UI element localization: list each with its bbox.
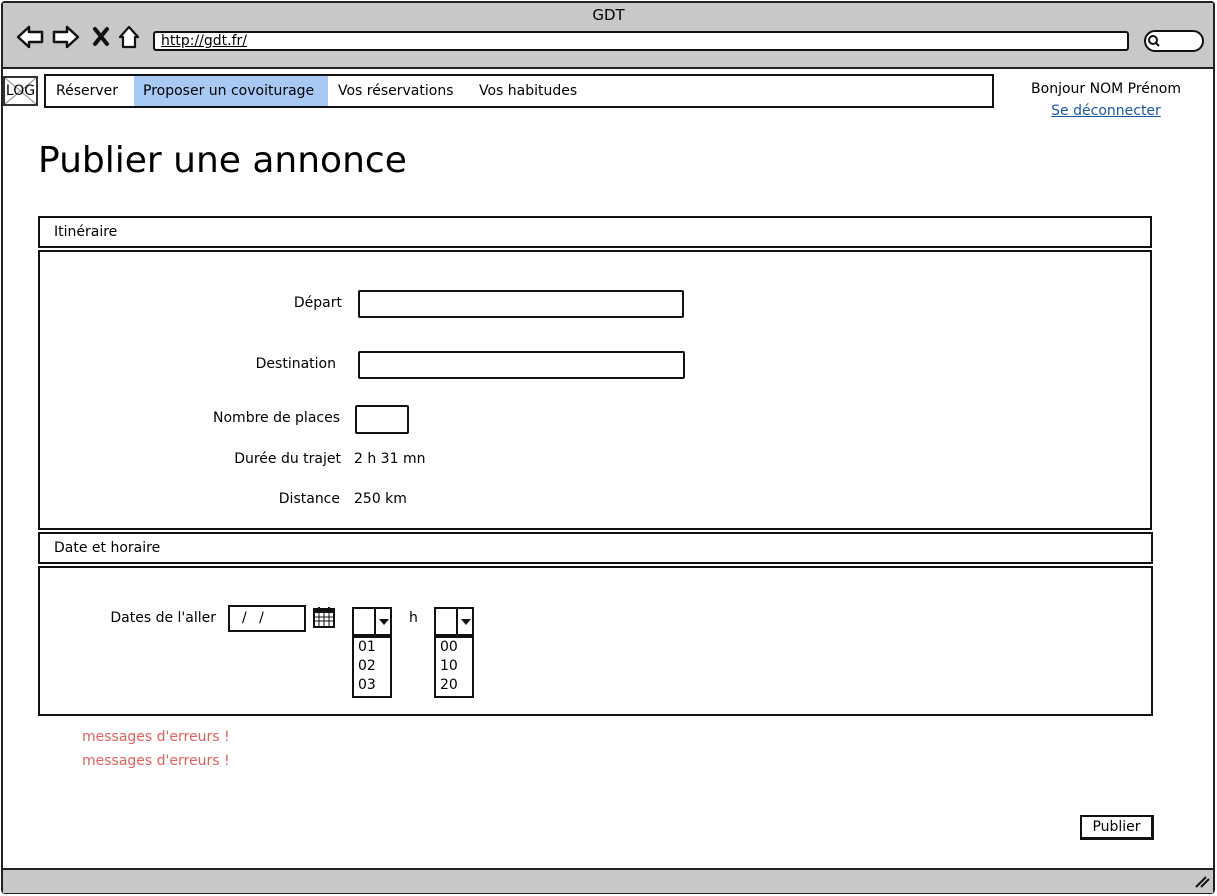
depart-input[interactable] [358, 290, 684, 318]
schedule-section-header[interactable]: Date et horaire [38, 532, 1153, 564]
nav-item-proposer-covoiturage[interactable]: Proposer un covoiturage [134, 76, 328, 106]
nav-item-vos-habitudes[interactable]: Vos habitudes [470, 76, 586, 106]
logout-link[interactable]: Se déconnecter [1000, 103, 1212, 119]
resize-grip-icon[interactable] [1194, 874, 1210, 888]
minute-option[interactable]: 10 [440, 657, 472, 676]
back-arrow-icon[interactable] [16, 25, 44, 49]
page-title: Publier une annonce [38, 140, 407, 181]
seats-label: Nombre de places [213, 410, 340, 426]
nav-item-vos-reservations[interactable]: Vos réservations [329, 76, 463, 106]
nav-item-reserver[interactable]: Réserver [47, 76, 127, 106]
logo: LOG [3, 76, 38, 106]
dates-aller-label: Dates de l'aller [110, 610, 216, 626]
minute-option[interactable]: 20 [440, 676, 472, 695]
home-icon[interactable] [118, 25, 140, 49]
forward-arrow-icon[interactable] [52, 25, 80, 49]
hour-option[interactable]: 01 [358, 638, 390, 657]
calendar-icon[interactable] [312, 605, 336, 629]
error-message: messages d'erreurs ! [82, 753, 230, 769]
publish-button[interactable]: Publier [1080, 815, 1154, 840]
depart-label: Départ [293, 295, 342, 311]
hour-option[interactable]: 03 [358, 676, 390, 695]
error-message: messages d'erreurs ! [82, 729, 230, 745]
close-icon[interactable] [93, 27, 109, 46]
url-bar[interactable]: http://gdt.fr/ [153, 31, 1129, 51]
minute-select[interactable] [434, 607, 474, 636]
schedule-section-body [38, 566, 1153, 716]
destination-label: Destination [255, 356, 336, 372]
minute-options-list[interactable]: 00 10 20 [434, 636, 474, 698]
window-title: GDT [592, 6, 625, 24]
distance-label: Distance [278, 491, 340, 507]
hour-options-list[interactable]: 01 02 03 [352, 636, 392, 698]
duration-value: 2 h 31 mn [354, 451, 426, 467]
chevron-down-icon[interactable] [456, 609, 472, 634]
itinerary-section-header[interactable]: Itinéraire [38, 216, 1152, 248]
chevron-down-icon[interactable] [374, 609, 390, 634]
user-greeting: Bonjour NOM Prénom [1031, 81, 1181, 97]
destination-input[interactable] [358, 351, 685, 379]
hour-option[interactable]: 02 [358, 657, 390, 676]
distance-value: 250 km [354, 491, 407, 507]
minute-option[interactable]: 00 [440, 638, 472, 657]
hour-separator: h [409, 610, 418, 626]
seats-input[interactable] [355, 405, 409, 434]
date-input[interactable]: / / [228, 605, 306, 632]
duration-label: Durée du trajet [234, 451, 341, 467]
hour-select[interactable] [352, 607, 392, 636]
status-bar [3, 868, 1213, 893]
browser-nav-icons [16, 25, 140, 49]
search-icon [1148, 35, 1160, 47]
